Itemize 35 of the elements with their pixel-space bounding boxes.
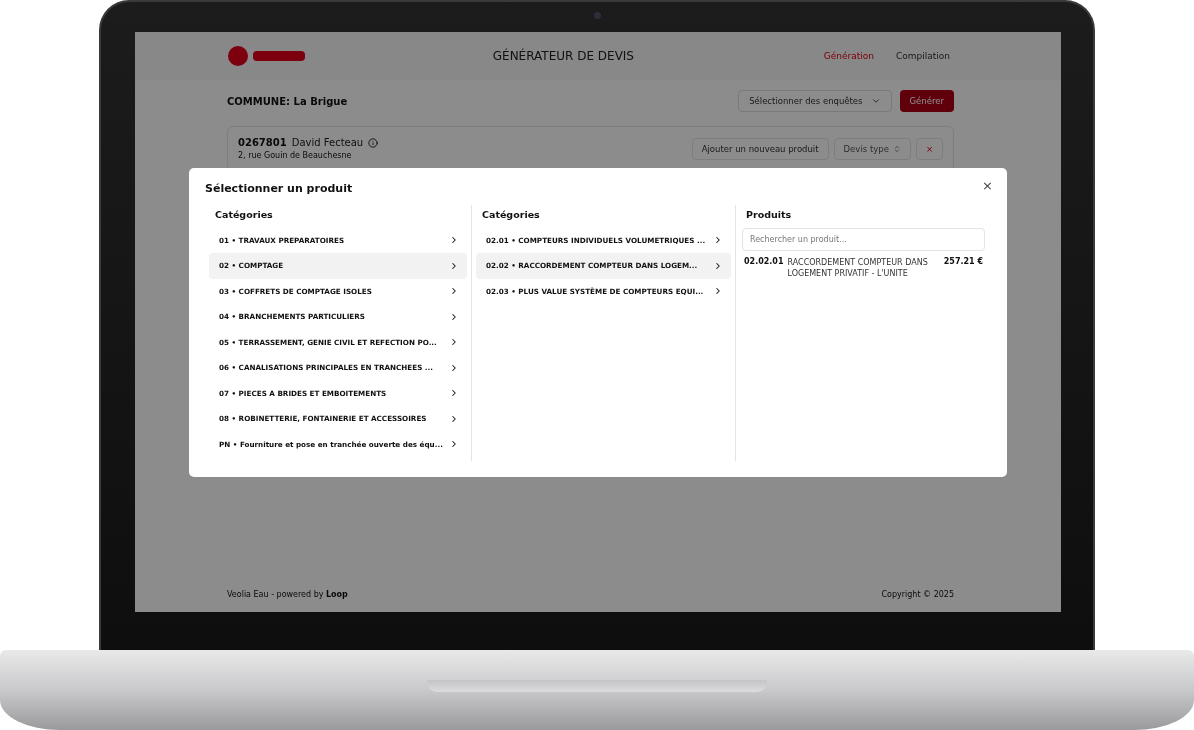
- page-title: GÉNÉRATEUR DE DEVIS: [491, 49, 635, 63]
- chevron-right-icon: [713, 235, 723, 246]
- chevron-right-icon: [449, 286, 459, 297]
- product-search-field[interactable]: Rechercher un produit...: [742, 227, 985, 251]
- chevron-down-icon: [870, 96, 881, 106]
- customer-number: 0267801: [238, 137, 287, 148]
- footer-credit: Veolia Eau - powered by Loop: [227, 589, 348, 599]
- nav-link[interactable]: Compilation: [891, 47, 954, 65]
- info-icon[interactable]: [368, 137, 379, 148]
- column-heading: Catégories: [214, 207, 274, 222]
- chevron-right-icon: [449, 362, 459, 373]
- add-product-button[interactable]: Ajouter un nouveau produit: [691, 137, 829, 160]
- customer-name: David Fecteau: [291, 137, 364, 148]
- commune-label: COMMUNE: La Brigue: [227, 95, 349, 107]
- chevron-right-icon: [449, 388, 459, 399]
- chevron-right-icon: [449, 439, 459, 450]
- chevron-right-icon: [449, 413, 459, 424]
- quote-type-select[interactable]: Devis type: [833, 137, 911, 160]
- chevrons-icon: [892, 144, 901, 153]
- camera-icon: [594, 12, 601, 19]
- chevron-right-icon: [713, 286, 723, 297]
- customer-address: 2, rue Gouin de Beauchesne: [238, 151, 353, 160]
- column-heading: Catégories: [481, 207, 541, 222]
- chevron-right-icon: [713, 260, 723, 271]
- chevron-right-icon: [449, 311, 459, 322]
- chevron-right-icon: [449, 260, 459, 271]
- chevron-right-icon: [449, 337, 459, 348]
- survey-select[interactable]: Sélectionner des enquêtes: [738, 90, 892, 112]
- dialog-title: Sélectionner un produit: [205, 181, 353, 195]
- close-button[interactable]: ×: [978, 175, 997, 195]
- column-heading: Produits: [745, 207, 793, 222]
- logo-icon: [227, 43, 307, 69]
- product-row[interactable]: 02.02.01 RACCORDEMENT COMPTEUR DANS LOGEMENT PRIVATIF - L'UNITE 257.21 €: [740, 256, 987, 280]
- copyright-text: Copyright © 2025: [881, 589, 954, 599]
- chevron-right-icon: [449, 235, 459, 246]
